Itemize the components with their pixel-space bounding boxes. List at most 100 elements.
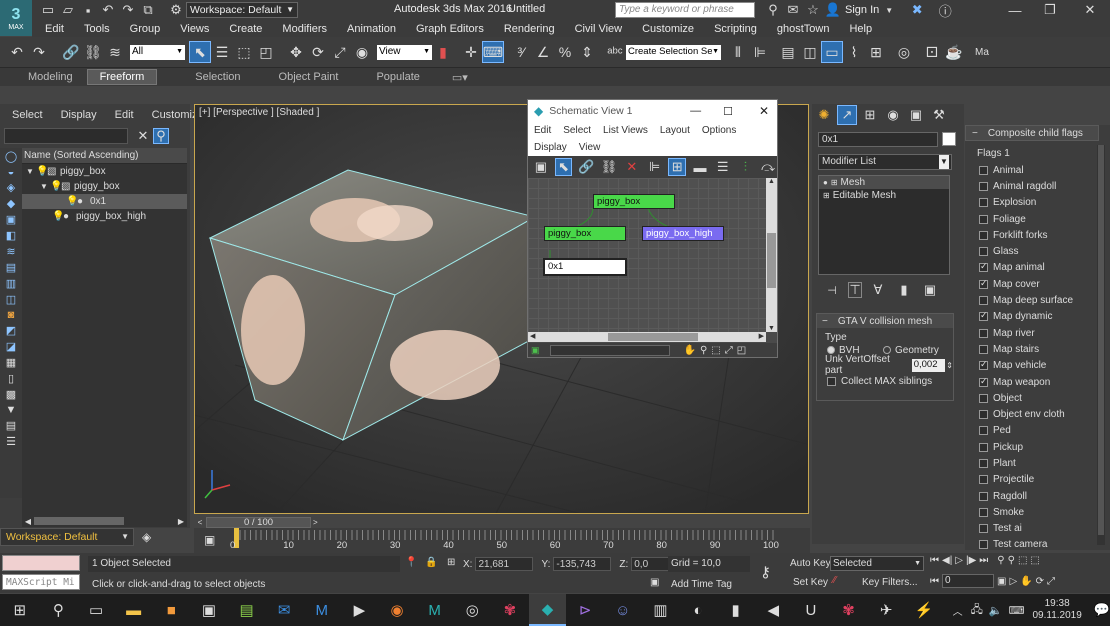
select-by-name-icon[interactable]: ☰ <box>211 41 233 63</box>
spinner-snap-icon[interactable]: ⇕ <box>576 41 598 63</box>
flag-row[interactable]: Object env cloth <box>979 406 1110 422</box>
flags-rollout-header[interactable]: − Composite child flags <box>965 125 1099 141</box>
flag-checkbox[interactable] <box>979 410 988 420</box>
network-icon[interactable]: 🖧 <box>971 601 983 620</box>
scene-search-input[interactable] <box>4 128 128 144</box>
track-bar[interactable]: ▣ 0 10 20 30 40 50 60 70 80 90 100 <box>194 528 810 553</box>
show-end-result-icon[interactable]: ⊤ <box>848 282 862 298</box>
search-icon[interactable]: ⚲ <box>40 594 78 626</box>
media-player-icon[interactable]: ▶ <box>341 594 379 626</box>
visual-studio-icon[interactable]: ⊳ <box>566 594 604 626</box>
time-slider-next-icon[interactable]: > <box>313 518 318 527</box>
flag-checkbox[interactable] <box>979 359 988 371</box>
scroll-right-icon[interactable]: ▶ <box>175 517 187 526</box>
display-none-all-icon[interactable]: ▯ <box>8 372 14 385</box>
menu-rendering[interactable]: Rendering <box>504 23 555 35</box>
filter-icon[interactable]: ▼ <box>6 404 17 416</box>
schem-menu-list-views[interactable]: List Views <box>603 125 648 136</box>
notifications-icon[interactable]: 💬 <box>1094 602 1110 618</box>
flag-row[interactable]: Smoke <box>979 504 1110 520</box>
unreal-icon[interactable]: U <box>792 594 830 626</box>
steam-icon[interactable]: ◎ <box>453 594 491 626</box>
menu-edit[interactable]: Edit <box>45 23 64 35</box>
references-mode-icon[interactable]: ⊞ <box>668 158 687 176</box>
time-slider-prev-icon[interactable]: < <box>194 518 206 527</box>
scene-tab-select[interactable]: Select <box>12 109 43 121</box>
unlink-selected-icon[interactable]: ⛓ <box>600 157 618 177</box>
schem-node-piggy-box-high[interactable]: piggy_box_high <box>642 226 724 241</box>
tab-selection[interactable]: Selection <box>195 71 240 83</box>
snaps-toggle-icon[interactable]: ³⁄ <box>510 41 532 63</box>
schematic-vertical-scrollbar[interactable]: ▲ ▼ <box>766 178 777 332</box>
schem-menu-view[interactable]: View <box>579 142 601 153</box>
key-icon[interactable]: ⚷ <box>760 563 771 581</box>
edit-named-selection-icon[interactable]: ᵃᵇᶜ <box>604 41 626 63</box>
scene-item-piggy-box[interactable]: ▼ 💡 ▧ piggy_box <box>22 164 187 179</box>
obs-icon[interactable]: ◐ <box>679 594 717 626</box>
display-cameras-icon[interactable]: ▣ <box>6 213 16 226</box>
radio-bvh[interactable] <box>827 346 835 354</box>
tab-modeling[interactable]: Modeling <box>28 71 73 83</box>
flag-checkbox[interactable] <box>979 540 988 550</box>
scene-item-0x1[interactable]: 💡 ● 0x1 <box>22 194 187 209</box>
align-nodes-icon[interactable]: ☰ <box>714 157 732 177</box>
key-mode-icon[interactable]: ⏮ <box>930 576 939 587</box>
notepad-plus-icon[interactable]: ▤ <box>228 594 266 626</box>
display-geometry-icon[interactable]: ◒ <box>8 166 15 178</box>
undo-icon[interactable]: ↶ <box>98 0 118 20</box>
flag-row[interactable]: Foliage <box>979 211 1110 227</box>
expand-icon[interactable]: ⊞ <box>823 191 830 200</box>
maxscript-mini-listener[interactable]: MAXScript Mi <box>2 574 80 590</box>
user-icon[interactable]: 👤 <box>823 0 843 20</box>
maxscript-listener-top[interactable] <box>2 555 80 571</box>
flag-checkbox[interactable] <box>979 524 988 534</box>
flag-checkbox[interactable] <box>979 310 988 322</box>
toggle-layer-explorer-icon[interactable]: ◫ <box>799 41 821 63</box>
paw-icon[interactable]: ✾ <box>491 594 529 626</box>
bind-space-warp-icon[interactable]: ≋ <box>104 41 126 63</box>
preferences-icon[interactable]: ▬ <box>691 157 709 177</box>
select-object-icon[interactable]: ⬉ <box>189 41 211 63</box>
modify-tab-icon[interactable]: ↗ <box>837 105 857 125</box>
flag-checkbox[interactable] <box>979 475 988 485</box>
menu-modifiers[interactable]: Modifiers <box>282 23 327 35</box>
flag-row[interactable]: Plant <box>979 455 1110 471</box>
flag-checkbox[interactable] <box>979 491 988 501</box>
schem-menu-display[interactable]: Display <box>534 142 567 153</box>
flag-row[interactable]: Projectile <box>979 472 1110 488</box>
clock[interactable]: 19:38 09.11.2019 <box>1032 598 1081 622</box>
layers-icon[interactable]: ◈ <box>142 530 151 544</box>
selection-filter-dropdown[interactable]: All ▼ <box>130 44 185 60</box>
scroll-left-icon[interactable]: ◀ <box>530 332 535 340</box>
next-frame-icon[interactable]: |▶ <box>966 555 976 566</box>
play-icon[interactable]: ▷ <box>955 555 963 566</box>
3dsmax-taskbar-icon[interactable]: ◆ <box>528 594 567 626</box>
add-time-tag[interactable]: Add Time Tag <box>671 579 732 590</box>
arrange-icon[interactable]: ⫶ <box>737 157 755 177</box>
remove-modifier-icon[interactable]: ▮ <box>894 280 914 300</box>
key-filters-button[interactable]: Key Filters... <box>862 577 918 588</box>
render-setup-icon[interactable]: ⚀ <box>921 41 943 63</box>
flag-checkbox[interactable] <box>979 458 988 468</box>
time-config-icon[interactable]: ▣ <box>997 576 1006 587</box>
display-xrefs-icon[interactable]: ▥ <box>6 277 16 290</box>
lock-selection-icon[interactable]: 🔒 <box>425 557 437 568</box>
menu-create[interactable]: Create <box>229 23 262 35</box>
scroll-down-icon[interactable]: ▼ <box>768 325 775 332</box>
light-bulb-icon[interactable]: 💡 <box>36 166 48 177</box>
schematic-view-icon[interactable]: ⊞ <box>865 41 887 63</box>
named-selection-sets-dropdown[interactable]: Create Selection Se ▼ <box>626 44 721 60</box>
bulb-icon[interactable]: ● <box>823 178 828 187</box>
menu-ghosttown[interactable]: ghostTown <box>777 23 830 35</box>
sort-icon[interactable]: ☰ <box>6 435 16 448</box>
unlink-icon[interactable]: ⛓ <box>82 41 104 63</box>
toggle-scene-explorer-icon[interactable]: ▤ <box>777 41 799 63</box>
menu-scripting[interactable]: Scripting <box>714 23 757 35</box>
reference-coordinate-dropdown[interactable]: View ▼ <box>377 44 432 60</box>
select-icon[interactable]: ⬉ <box>554 158 573 176</box>
app-logo[interactable]: 3 MAX <box>0 0 32 36</box>
discord-icon[interactable]: ☺ <box>604 594 642 626</box>
redo-icon[interactable]: ↷ <box>28 41 50 63</box>
configure-sets-icon[interactable]: ▣ <box>920 280 940 300</box>
mini-curve-editor-icon[interactable]: ▣ <box>204 533 215 547</box>
